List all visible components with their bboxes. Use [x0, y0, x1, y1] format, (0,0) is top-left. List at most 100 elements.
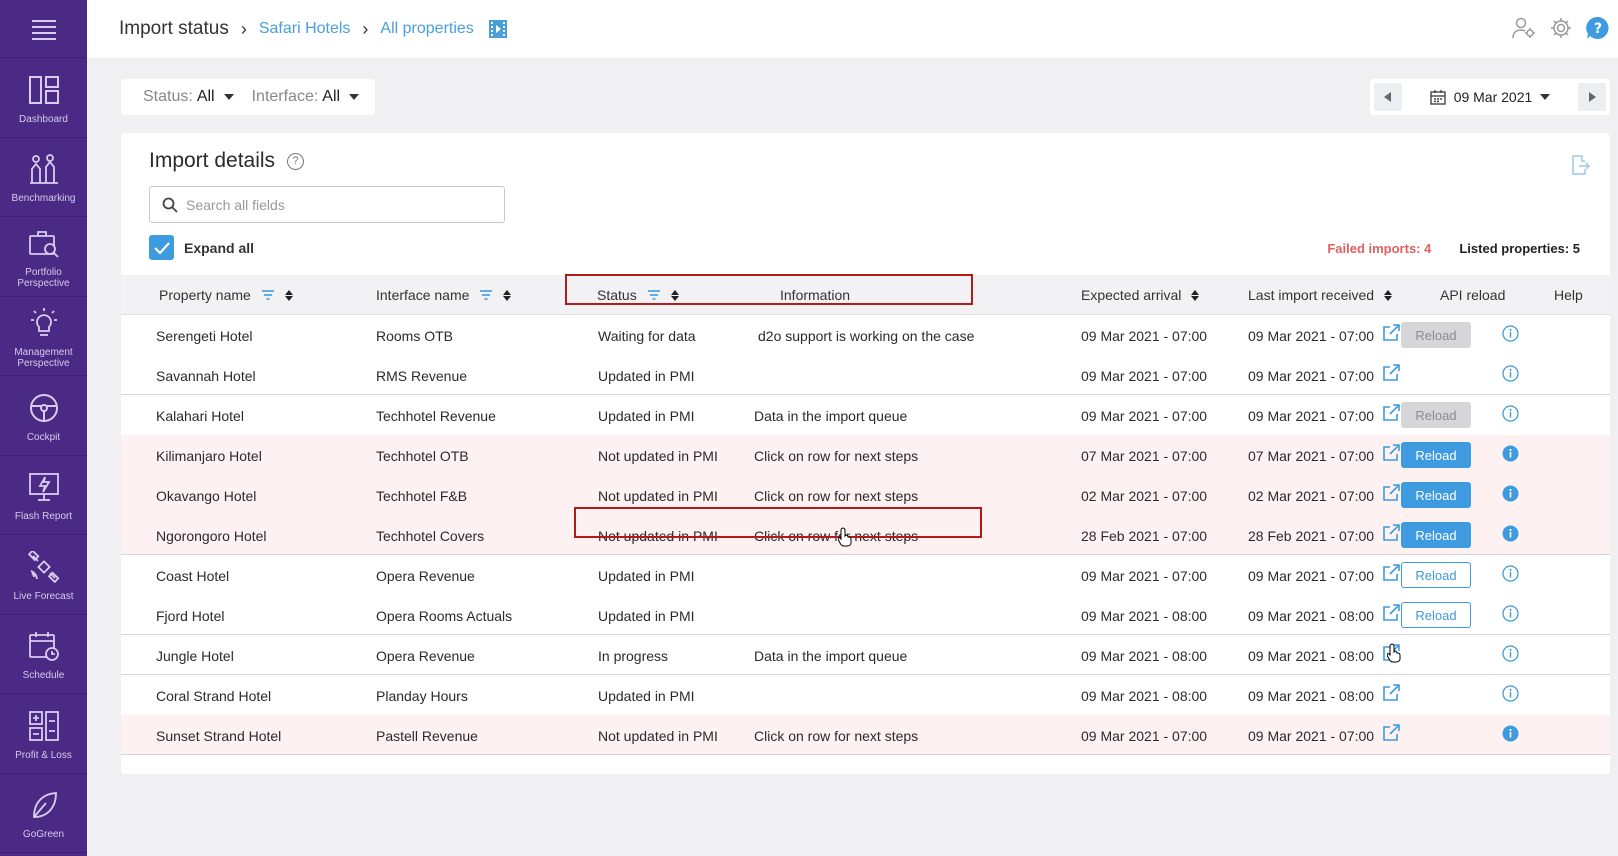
external-link-icon[interactable] — [1382, 404, 1400, 425]
help-chat-icon[interactable]: ? — [1586, 16, 1610, 45]
table-row[interactable]: Ngorongoro Hotel Techhotel Covers Not upda… — [121, 515, 1610, 555]
table-row[interactable]: Okavango Hotel Techhotel F&B Not updated i… — [121, 475, 1610, 515]
table-row[interactable]: Fjord Hotel Opera Rooms Actuals Updated in… — [121, 595, 1610, 635]
status-text: In progress — [598, 648, 669, 664]
col-status[interactable]: Status — [597, 287, 679, 303]
reload-button[interactable]: Reload — [1401, 602, 1471, 628]
col-expected-arrival[interactable]: Expected arrival — [1081, 287, 1200, 303]
expected-arrival: 07 Mar 2021 - 07:00 — [1081, 448, 1208, 464]
flash-report-icon — [24, 467, 64, 507]
failed-imports-count: Failed imports: 4 — [1327, 241, 1432, 256]
sidebar-item-schedule[interactable]: Schedule — [0, 615, 87, 694]
search-field[interactable] — [149, 186, 505, 223]
profit-loss-icon — [24, 706, 64, 746]
sidebar-item-management[interactable]: Management Perspective — [0, 297, 87, 376]
last-import: 09 Mar 2021 - 07:00 — [1248, 328, 1375, 344]
hamburger-icon[interactable] — [0, 0, 87, 58]
sidebar-item-gogreen[interactable]: GoGreen — [0, 774, 87, 853]
date-selector[interactable]: 09 Mar 2021 — [1429, 89, 1551, 105]
status-text: Not updated in PMI — [598, 528, 718, 544]
property-name: Jungle Hotel — [156, 648, 234, 664]
table-row[interactable]: Sunset Strand Hotel Pastell Revenue Not up… — [121, 715, 1610, 755]
info-icon[interactable] — [1502, 485, 1519, 505]
sidebar-item-benchmarking[interactable]: Benchmarking — [0, 138, 87, 217]
info-icon[interactable] — [1502, 685, 1519, 705]
external-link-icon[interactable] — [1382, 604, 1400, 625]
info-icon[interactable] — [1502, 645, 1519, 665]
sidebar-item-cockpit[interactable]: Cockpit — [0, 376, 87, 456]
information-text: Data in the import queue — [754, 648, 908, 664]
user-settings-icon[interactable] — [1512, 17, 1536, 44]
info-icon[interactable] — [1502, 325, 1519, 345]
info-icon[interactable] — [1502, 445, 1519, 465]
reload-button[interactable]: Reload — [1401, 562, 1471, 588]
breadcrumb-all-properties[interactable]: All properties — [380, 20, 473, 38]
reload-button[interactable]: Reload — [1401, 522, 1471, 548]
breadcrumb-safari-hotels[interactable]: Safari Hotels — [259, 20, 351, 38]
info-icon[interactable] — [1502, 405, 1519, 425]
external-link-icon[interactable] — [1382, 364, 1400, 385]
reload-button: Reload — [1401, 402, 1471, 428]
table-row[interactable]: Coral Strand Hotel Planday Hours Updated i… — [121, 675, 1610, 715]
next-date-button[interactable] — [1577, 83, 1606, 111]
sidebar-item-label: Management Perspective — [14, 346, 73, 369]
external-link-icon[interactable] — [1382, 644, 1400, 665]
sidebar-item-label: Dashboard — [19, 113, 68, 125]
video-tutorial-icon[interactable] — [488, 19, 508, 39]
external-link-icon[interactable] — [1382, 564, 1400, 585]
sidebar-item-dashboard[interactable]: Dashboard — [0, 58, 87, 138]
gear-icon[interactable] — [1550, 17, 1572, 44]
external-link-icon[interactable] — [1382, 524, 1400, 545]
benchmarking-icon — [24, 149, 64, 189]
question-icon[interactable]: ? — [287, 152, 305, 170]
external-link-icon[interactable] — [1382, 324, 1400, 345]
status-text: Updated in PMI — [598, 688, 695, 704]
svg-text:?: ? — [1594, 21, 1602, 37]
external-link-icon[interactable] — [1382, 684, 1400, 705]
status-text: Updated in PMI — [598, 568, 695, 584]
interface-name: Techhotel F&B — [376, 488, 468, 504]
external-link-icon[interactable] — [1382, 724, 1400, 745]
info-icon[interactable] — [1502, 725, 1519, 745]
last-import: 09 Mar 2021 - 07:00 — [1248, 408, 1375, 424]
sidebar-item-portfolio[interactable]: Portfolio Perspective — [0, 217, 87, 297]
info-icon[interactable] — [1502, 605, 1519, 625]
status-filter[interactable]: Status: All — [143, 88, 252, 106]
info-icon[interactable] — [1502, 365, 1519, 385]
previous-date-button[interactable] — [1374, 83, 1402, 111]
expected-arrival: 09 Mar 2021 - 07:00 — [1081, 368, 1208, 384]
checkbox-checked[interactable] — [149, 235, 174, 260]
sidebar-item-label: Flash Report — [14, 511, 73, 523]
export-icon[interactable] — [1570, 155, 1591, 180]
property-name: Coral Strand Hotel — [156, 688, 272, 704]
reload-button[interactable]: Reload — [1401, 442, 1471, 468]
table-row[interactable]: Savannah Hotel RMS Revenue Updated in PMI 0… — [121, 355, 1610, 395]
dashboard-icon — [24, 70, 64, 110]
sidebar-item-flash-report[interactable]: Flash Report — [0, 456, 87, 535]
external-link-icon[interactable] — [1382, 484, 1400, 505]
table-row[interactable]: Coast Hotel Opera Revenue Updated in PMI 09… — [121, 555, 1610, 595]
search-input[interactable] — [186, 196, 486, 213]
col-last-import[interactable]: Last import received — [1248, 287, 1393, 303]
external-link-icon[interactable] — [1382, 444, 1400, 465]
table-row[interactable]: Serengeti Hotel Rooms OTB Waiting for data… — [121, 315, 1610, 355]
expand-all-toggle[interactable]: Expand all — [149, 235, 254, 260]
col-property-name[interactable]: Property name — [159, 287, 293, 303]
status-text: Not updated in PMI — [598, 488, 718, 504]
status-text: Not updated in PMI — [598, 448, 718, 464]
table-row[interactable]: Kalahari Hotel Techhotel Revenue Updated i… — [121, 395, 1610, 435]
interface-name: Opera Rooms Actuals — [376, 608, 513, 624]
table-row[interactable]: Jungle Hotel Opera Revenue In progress Data… — [121, 635, 1610, 675]
sidebar-item-live-forecast[interactable]: Live Forecast — [0, 535, 87, 615]
reload-button[interactable]: Reload — [1401, 482, 1471, 508]
filter-icon — [261, 290, 274, 300]
col-interface-name[interactable]: Interface name — [376, 287, 512, 303]
info-icon[interactable] — [1502, 565, 1519, 585]
information-text: Click on row for next steps — [754, 728, 919, 744]
sidebar-item-profit-loss[interactable]: Profit & Loss — [0, 694, 87, 774]
info-icon[interactable] — [1502, 525, 1519, 545]
table-row[interactable]: Kilimanjaro Hotel Techhotel OTB Not update… — [121, 435, 1610, 475]
reload-button: Reload — [1401, 322, 1471, 348]
interface-filter[interactable]: Interface: All — [252, 88, 360, 106]
calendar-clock-icon — [24, 626, 64, 666]
